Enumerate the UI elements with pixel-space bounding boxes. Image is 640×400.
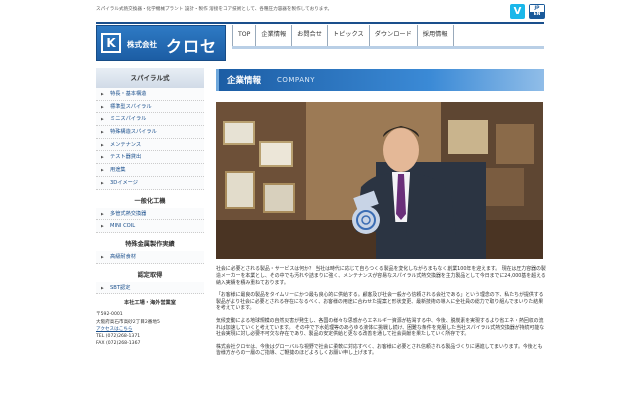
sidebar-item-minicoil[interactable]: MINI COIL xyxy=(96,220,204,233)
sidebar-item-maintenance[interactable]: メンテナンス xyxy=(96,138,204,152)
nav-download[interactable]: ダウンロード xyxy=(368,25,417,47)
nav-recruit[interactable]: 採用情報 xyxy=(416,25,454,47)
header-divider xyxy=(96,22,544,24)
sidebar-heading-special-metal: 特殊金属製作実績 xyxy=(125,240,175,248)
en-label[interactable]: EN xyxy=(530,12,544,18)
page-title-en: COMPANY xyxy=(277,76,316,84)
office-scene-image xyxy=(216,102,543,259)
logo-mark-icon: K xyxy=(101,33,121,53)
sidebar-item-mini[interactable]: ミニスパイラル xyxy=(96,113,204,127)
message-paragraph: 「お客様に最良の製品をタイムリーにかつ最も良心的に供給する。顧客及び社会一般から… xyxy=(216,291,544,312)
nav-company[interactable]: 企業情報 xyxy=(255,25,291,47)
sidebar-heading-spiral: スパイラル式 xyxy=(96,68,204,88)
address-street: 大阪府高石市高砂2丁目2番地5 xyxy=(96,319,160,325)
address-heading: 本社工場・海外営業室 xyxy=(124,300,176,307)
main-nav: TOP 企業情報 お問合せ トピックス ダウンロード 採用情報 xyxy=(232,25,454,47)
company-message: 社会に必要とされる製品・サービスは何か？ 当社は時代に応じて自らつくる製品を変化… xyxy=(216,266,546,363)
page-title: 企業情報 xyxy=(227,76,262,86)
company-logo[interactable]: K 株式会社 クロセ xyxy=(96,25,226,61)
address-fax: FAX (072)268-1367 xyxy=(96,341,141,347)
nav-topics[interactable]: トピックス xyxy=(326,25,369,47)
nav-top[interactable]: TOP xyxy=(232,25,255,47)
vimeo-icon[interactable]: V xyxy=(510,4,525,19)
sidebar-item-corrosion[interactable]: 高級耐食材 xyxy=(96,250,204,264)
sidebar-item-test-loan[interactable]: テスト器貸出 xyxy=(96,151,204,165)
nav-contact[interactable]: お問合せ xyxy=(291,25,327,47)
sidebar-heading-general: 一般化工機 xyxy=(134,197,166,205)
president-photo xyxy=(216,102,543,259)
logo-sub: 株式会社 xyxy=(127,40,157,49)
access-link[interactable]: アクセスはこちら xyxy=(96,326,204,333)
jp-label[interactable]: JP xyxy=(530,5,544,12)
sidebar: スパイラル式 特長・基本構造 標準型スパイラル ミニスパイラル 特殊構造スパイラ… xyxy=(96,68,204,347)
company-address: 本社工場・海外営業室 〒592-0001 大阪府高石市高砂2丁目2番地5 アクセ… xyxy=(96,300,204,347)
sidebar-item-3d[interactable]: 3Dイメージ xyxy=(96,176,204,190)
sidebar-item-multitube[interactable]: 多管式熱交換器 xyxy=(96,207,204,221)
address-tel: TEL (072)268-1371 xyxy=(96,334,141,340)
language-switch-icon[interactable]: JP EN xyxy=(529,4,545,19)
sidebar-heading-cert: 認定取得 xyxy=(137,271,163,279)
page-title-banner: 企業情報 COMPANY xyxy=(216,69,544,91)
nav-underline xyxy=(232,46,544,49)
sidebar-item-standard[interactable]: 標準型スパイラル xyxy=(96,100,204,114)
site-tagline: スパイラル式熱交換器・化学機械プラント 設計・製作 溶接をコア技術として、各種圧… xyxy=(96,7,333,12)
logo-name: クロセ xyxy=(166,37,218,56)
sidebar-item-special[interactable]: 特殊構造スパイラル xyxy=(96,126,204,139)
message-paragraph: 株式会社クロセは、今後はグローバルな視野で社会に柔軟に対応すべく、お客様に必要と… xyxy=(216,343,543,357)
message-paragraph: 社会に必要とされる製品・サービスは何か？ 当社は時代に応じて自らつくる製品を変化… xyxy=(216,266,546,286)
sidebar-item-sbt[interactable]: SBT認定 xyxy=(96,281,204,295)
sidebar-item-applications[interactable]: 用途集 xyxy=(96,164,204,177)
address-zip: 〒592-0001 xyxy=(96,312,123,318)
message-paragraph: 気候変動による地球規模の自然災害が発生し、各国の様々な思惑からエネルギー資源が枯… xyxy=(216,317,545,338)
sidebar-item-features[interactable]: 特長・基本構造 xyxy=(96,88,204,101)
